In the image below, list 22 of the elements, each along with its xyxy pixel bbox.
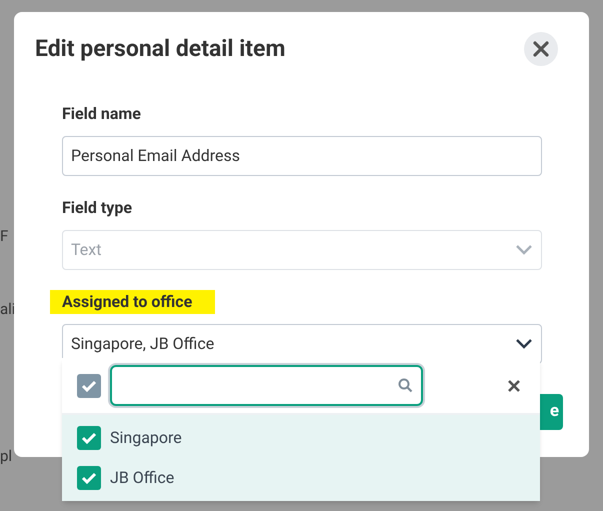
- option-label[interactable]: Singapore: [110, 426, 182, 450]
- row-label: F: [0, 226, 8, 247]
- field-label: Field name: [62, 102, 142, 124]
- chevron-down-icon: [515, 244, 533, 255]
- dialog-title: Edit personal detail item: [35, 34, 286, 64]
- field-label: Field type: [62, 196, 133, 218]
- checkmark-icon: [81, 432, 97, 444]
- checkbox[interactable]: [77, 426, 101, 450]
- close-icon: [532, 40, 550, 58]
- checkbox[interactable]: [77, 466, 101, 490]
- search-icon: [398, 378, 413, 393]
- field-label: Assigned to office: [50, 290, 215, 314]
- input-field[interactable]: Personal Email Address: [62, 136, 542, 176]
- chevron-down-icon: [515, 338, 533, 349]
- search-field[interactable]: [110, 365, 423, 406]
- checkmark-icon: [81, 380, 97, 392]
- close-icon: [507, 378, 521, 392]
- close-button[interactable]: [524, 32, 558, 66]
- checkbox[interactable]: [77, 374, 101, 398]
- checkmark-icon: [81, 472, 97, 484]
- row-label: pl: [0, 446, 12, 467]
- option-label[interactable]: JB Office: [110, 466, 174, 490]
